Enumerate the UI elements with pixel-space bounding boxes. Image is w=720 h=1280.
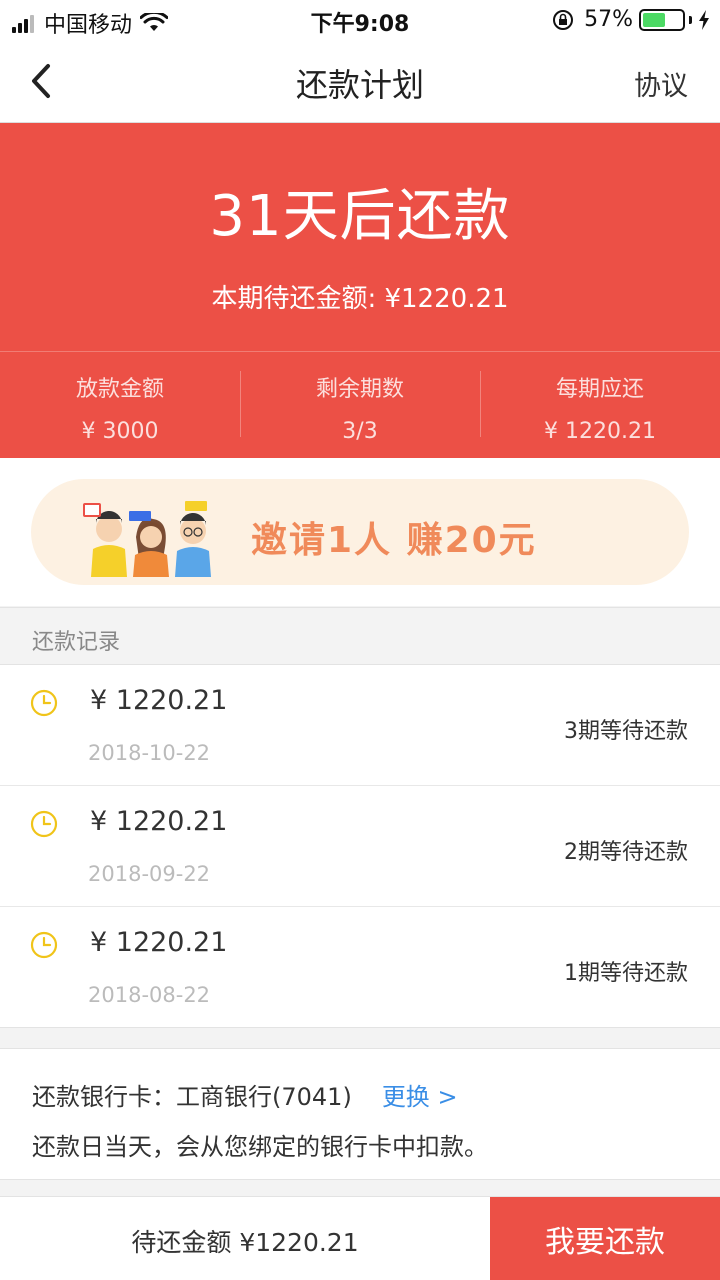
bottom-bar: 待还金额 ¥1220.21 我要还款 [0, 1196, 720, 1280]
stat-label: 剩余期数 [315, 377, 404, 402]
stat-label: 每期应还 [555, 377, 644, 402]
record-date: 2018-10-22 [88, 741, 211, 765]
clock-icon [30, 810, 58, 838]
invite-banner-text: 邀请1人 赚20元 [251, 520, 537, 561]
stat-loan-amount: 放款金额 ¥ 3000 [0, 351, 240, 458]
list-item[interactable]: ¥ 1220.21 2018-09-22 2期等待还款 [0, 786, 720, 907]
stat-label: 放款金额 [75, 377, 164, 402]
stat-per-period: 每期应还 ¥ 1220.21 [480, 351, 720, 458]
orientation-lock-icon [553, 9, 574, 30]
clock-icon [30, 931, 58, 959]
stat-value: ¥ 3000 [81, 419, 159, 444]
bank-card-label: 还款银行卡：工商银行(7041) [32, 1083, 352, 1111]
record-status: 2期等待还款 [564, 840, 688, 865]
pending-amount: 待还金额 ¥1220.21 [131, 1228, 359, 1257]
record-date: 2018-09-22 [88, 862, 211, 886]
bank-card-info: 还款银行卡：工商银行(7041) 更换 > 还款日当天，会从您绑定的银行卡中扣款。 [0, 1048, 720, 1180]
people-illustration-icon [83, 501, 211, 577]
invite-banner[interactable]: 邀请1人 赚20元 [31, 479, 689, 585]
repayment-summary: 31天后还款 本期待还金额: ¥1220.21 放款金额 ¥ 3000 剩余期数… [0, 123, 720, 458]
stat-value: 3/3 [342, 419, 378, 444]
records-header: 还款记录 [0, 607, 720, 665]
record-date: 2018-08-22 [88, 983, 211, 1007]
charging-bolt-icon [699, 9, 709, 30]
record-amount: ¥ 1220.21 [90, 685, 228, 716]
deduction-note: 还款日当天，会从您绑定的银行卡中扣款。 [32, 1133, 488, 1161]
days-until-repayment: 31天后还款 [209, 184, 511, 249]
nav-bar: 还款计划 协议 [0, 40, 720, 123]
record-status: 1期等待还款 [564, 961, 688, 986]
banner-section: 邀请1人 赚20元 [0, 458, 720, 606]
stat-remaining-periods: 剩余期数 3/3 [240, 351, 480, 458]
list-item[interactable]: ¥ 1220.21 2018-10-22 3期等待还款 [0, 665, 720, 786]
loan-stats: 放款金额 ¥ 3000 剩余期数 3/3 每期应还 ¥ 1220.21 [0, 351, 720, 458]
list-item[interactable]: ¥ 1220.21 2018-08-22 1期等待还款 [0, 907, 720, 1028]
clock-icon [30, 689, 58, 717]
status-right: 57% [552, 7, 710, 32]
record-amount: ¥ 1220.21 [90, 806, 228, 837]
battery-tip [689, 15, 692, 24]
current-due-amount: 本期待还金额: ¥1220.21 [211, 284, 509, 314]
page-title: 还款计划 [295, 66, 424, 104]
battery-icon [639, 8, 685, 31]
status-bar: 中国移动 下午9:08 57% [0, 0, 720, 40]
battery-fill [643, 12, 665, 27]
record-status: 3期等待还款 [564, 719, 688, 744]
stat-value: ¥ 1220.21 [544, 419, 656, 444]
bank-card-line: 还款银行卡：工商银行(7041) 更换 > [32, 1077, 458, 1112]
agreement-link[interactable]: 协议 [634, 64, 688, 103]
change-card-link[interactable]: 更换 > [382, 1083, 458, 1111]
battery-percent: 57% [584, 7, 633, 32]
repayment-records: ¥ 1220.21 2018-10-22 3期等待还款 ¥ 1220.21 20… [0, 665, 720, 1028]
repay-button[interactable]: 我要还款 [490, 1197, 720, 1280]
record-amount: ¥ 1220.21 [90, 927, 228, 958]
